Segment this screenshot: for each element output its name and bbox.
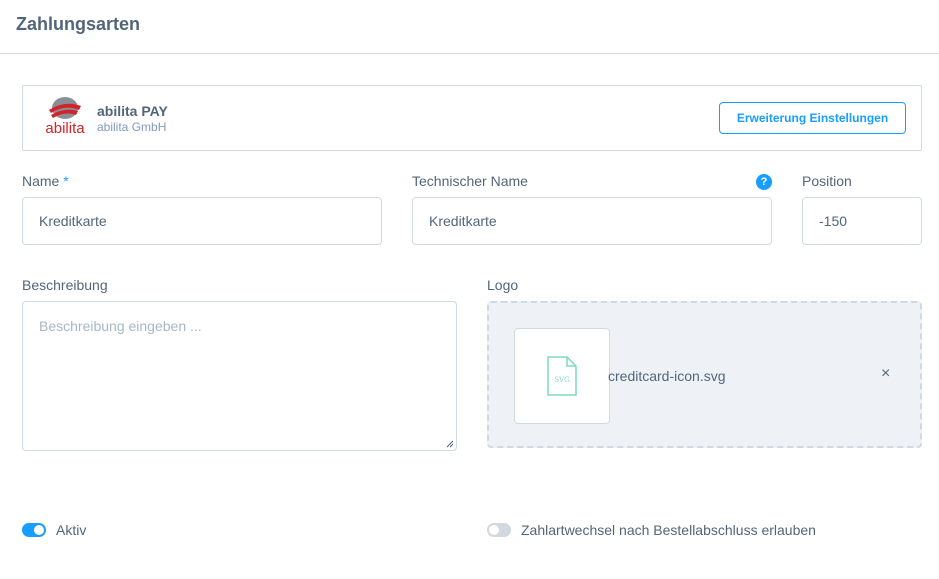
resize-handle-icon[interactable]: [446, 440, 454, 448]
allow-change-toggle-label: Zahlartwechsel nach Bestellabschluss erl…: [521, 522, 816, 538]
name-label-text: Name: [22, 173, 60, 189]
required-mark: *: [63, 173, 69, 189]
logo-label: Logo: [487, 277, 519, 293]
logo-wordmark: abilita: [45, 120, 85, 137]
allow-change-toggle-knob: [489, 525, 499, 535]
position-input[interactable]: -150: [802, 197, 922, 245]
extension-vendor: abilita GmbH: [97, 120, 167, 134]
help-icon[interactable]: ?: [756, 174, 772, 190]
active-toggle-label: Aktiv: [56, 522, 87, 538]
svg-file-icon: SVG: [547, 356, 577, 396]
svg-file-badge: SVG: [554, 376, 570, 384]
abilita-logo: abilita: [41, 96, 89, 140]
logo-preview: SVG: [514, 328, 610, 424]
active-toggle[interactable]: [22, 523, 46, 537]
allow-change-toggle[interactable]: [487, 523, 511, 537]
technical-name-label: Technischer Name: [412, 173, 528, 189]
extension-card: abilita abilita PAY abilita GmbH Erweite…: [22, 85, 922, 151]
description-textarea[interactable]: Beschreibung eingeben ...: [22, 301, 457, 451]
name-label: Name *: [22, 173, 69, 189]
page-title: Zahlungsarten: [16, 14, 141, 34]
extension-name: abilita PAY: [97, 103, 168, 119]
extension-settings-button[interactable]: Erweiterung Einstellungen: [719, 102, 906, 134]
name-input[interactable]: Kreditkarte: [22, 197, 382, 245]
active-toggle-knob: [34, 525, 44, 535]
position-label: Position: [802, 173, 852, 189]
remove-file-icon[interactable]: ×: [881, 365, 890, 383]
logo-dropzone[interactable]: SVG creditcard-icon.svg ×: [487, 301, 922, 448]
page-header: Zahlungsarten: [0, 0, 939, 54]
technical-name-input[interactable]: Kreditkarte: [412, 197, 772, 245]
description-placeholder: Beschreibung eingeben ...: [39, 318, 202, 334]
description-label: Beschreibung: [22, 277, 108, 293]
logo-file-name: creditcard-icon.svg: [608, 368, 726, 384]
